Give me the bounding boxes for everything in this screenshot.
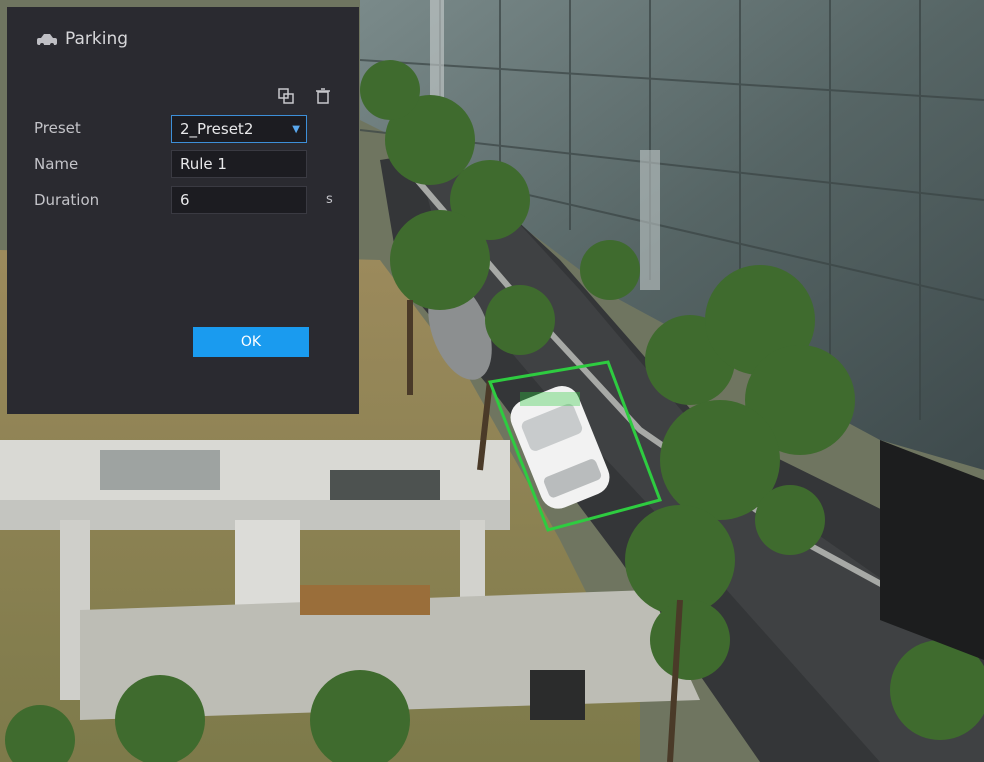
duration-input[interactable]: 6 — [171, 186, 307, 214]
preset-value: 2_Preset2 — [180, 120, 254, 138]
duration-label: Duration — [34, 191, 100, 209]
chevron-down-icon: ▼ — [292, 124, 300, 135]
copy-icon[interactable] — [277, 87, 295, 105]
name-label: Name — [34, 155, 79, 173]
trash-icon[interactable] — [314, 87, 332, 105]
duration-unit: s — [326, 192, 333, 207]
preset-label: Preset — [34, 119, 81, 137]
name-input[interactable]: Rule 1 — [171, 150, 307, 178]
car-icon — [37, 34, 57, 47]
panel-header: Parking — [7, 7, 359, 65]
ok-button[interactable]: OK — [193, 327, 309, 357]
parking-settings-panel: Parking Preset 2_Preset2 ▼ Name Rule 1 D… — [7, 7, 359, 414]
panel-title: Parking — [65, 29, 129, 49]
preset-select[interactable]: 2_Preset2 ▼ — [171, 115, 307, 143]
